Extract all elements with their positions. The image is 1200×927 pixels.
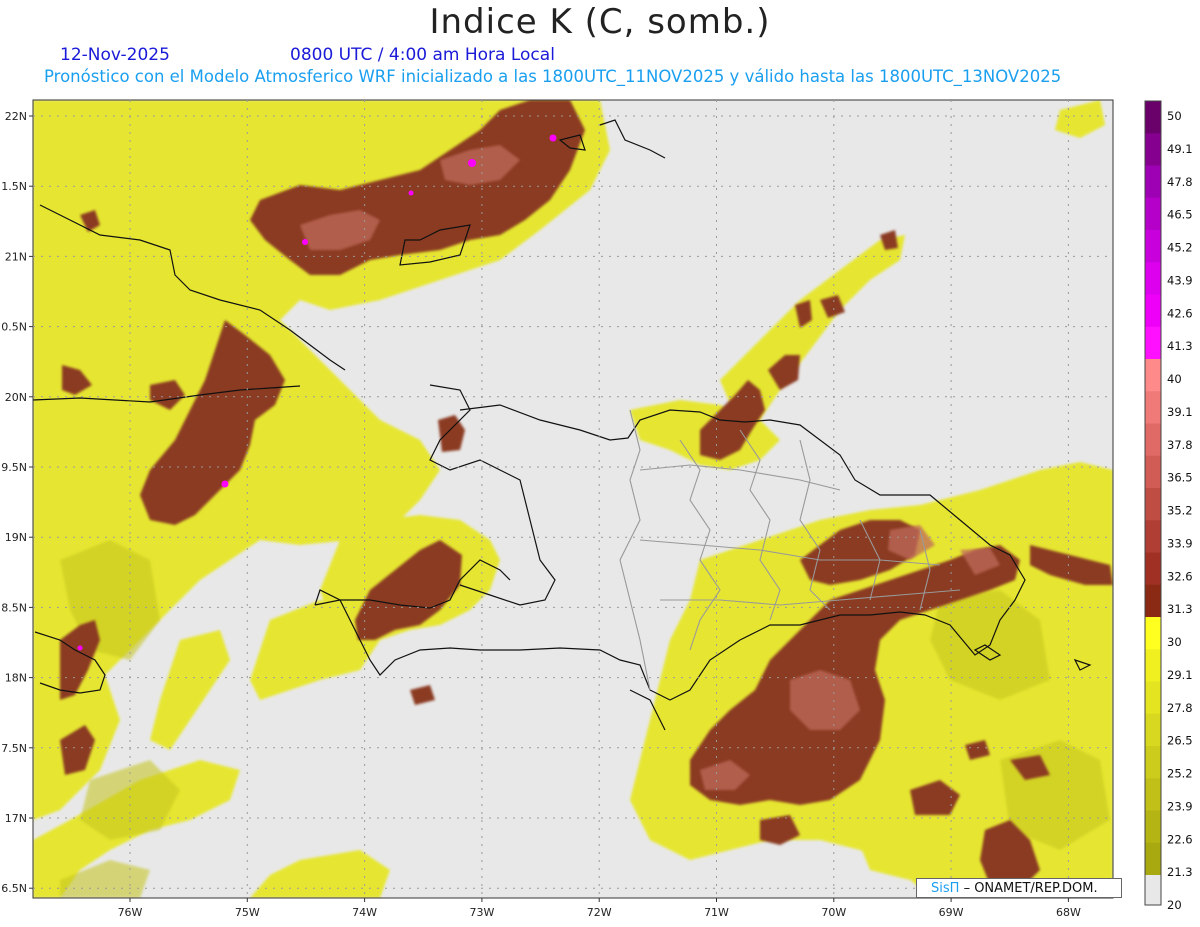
colorbar-band: [1145, 262, 1161, 295]
map-title: Indice K (C, somb.): [429, 2, 771, 42]
time-label: 0800 UTC / 4:00 am Hora Local: [290, 45, 555, 65]
colorbar-band: [1145, 230, 1161, 263]
colorbar-label: 20: [1167, 898, 1182, 912]
colorbar-band: [1145, 617, 1161, 650]
lon-label: 75W: [235, 906, 260, 919]
colorbar-label: 50: [1167, 109, 1182, 123]
colorbar-label: 29.1: [1167, 668, 1193, 682]
colorbar-band: [1145, 713, 1161, 747]
colorbar-band: [1145, 197, 1161, 231]
lon-label: 69W: [939, 906, 964, 919]
colorbar-band: [1145, 842, 1161, 876]
lon-label: 71W: [704, 906, 729, 919]
lon-label: 70W: [821, 906, 846, 919]
lon-label: 68W: [1056, 906, 1081, 919]
forecast-description: Pronóstico con el Modelo Atmosferico WRF…: [44, 67, 1062, 86]
lat-label: 7.5N: [1, 742, 27, 755]
colorbar-label: 25.2: [1167, 767, 1193, 781]
lat-label: 21N: [5, 250, 27, 263]
credit-org: – ONAMET/REP.DOM.: [963, 881, 1098, 896]
colorbar-band: [1145, 294, 1161, 328]
lat-label: 1.5N: [1, 180, 27, 193]
lat-label: 9.5N: [1, 461, 27, 474]
colorbar-label: 32.6: [1167, 569, 1193, 583]
colorbar-band: [1145, 875, 1161, 905]
colorbar-band: [1145, 455, 1161, 489]
colorbar-label: 21.3: [1167, 865, 1193, 879]
credit-box: SisΠ – ONAMET/REP.DOM.: [916, 878, 1122, 898]
colorbar-label: 39.1: [1167, 405, 1193, 419]
lat-label: 18N: [5, 672, 27, 685]
colorbar-band: [1145, 423, 1161, 457]
colorbar-label: 23.9: [1167, 799, 1193, 813]
colorbar-band: [1145, 810, 1161, 844]
colorbar-band: [1145, 326, 1161, 360]
colorbar-label: 27.8: [1167, 701, 1193, 715]
colorbar-label: 37.8: [1167, 438, 1193, 452]
latitude-labels: 22N 1.5N 21N 0.5N 20N 9.5N 19N 8.5N 18N 7.5N 17N 6.…: [1, 110, 27, 895]
colorbar-label: 40: [1167, 372, 1182, 386]
colorbar-band: [1145, 520, 1161, 553]
colorbar-label: 36.5: [1167, 471, 1193, 485]
colorbar: 50 49.1 47.8 46.5 45.2 43.9 42.6 41.3 40 39.1 37.8…: [1144, 100, 1193, 912]
lon-label: 76W: [118, 906, 143, 919]
colorbar-label: 46.5: [1167, 208, 1193, 222]
lon-label: 74W: [352, 906, 377, 919]
lon-label: 72W: [587, 906, 612, 919]
lat-label: 20N: [5, 391, 27, 404]
colorbar-label: 33.9: [1167, 536, 1193, 550]
colorbar-band: [1145, 584, 1161, 618]
lat-label: 19N: [5, 531, 27, 544]
date-label: 12-Nov-2025: [60, 45, 170, 65]
colorbar-label: 47.8: [1167, 175, 1193, 189]
colorbar-label: 42.6: [1167, 306, 1193, 320]
colorbar-label: 26.5: [1167, 734, 1193, 748]
lat-label: 22N: [5, 110, 27, 123]
longitude-labels: 76W 75W 74W 73W 72W 71W 70W 69W 68W: [118, 906, 1081, 919]
colorbar-band: [1145, 488, 1161, 521]
weather-map: 22N 1.5N 21N 0.5N 20N 9.5N 19N 8.5N 18N 7.5N 17N 6.…: [1, 99, 1193, 919]
lat-label: 6.5N: [1, 882, 27, 895]
colorbar-band: [1145, 101, 1161, 134]
colorbar-band: [1145, 133, 1161, 166]
colorbar-band: [1145, 681, 1161, 715]
colorbar-band: [1145, 778, 1161, 811]
colorbar-label: 45.2: [1167, 241, 1193, 255]
colorbar-label: 35.2: [1167, 504, 1193, 518]
colorbar-band: [1145, 165, 1161, 199]
colorbar-label: 22.6: [1167, 832, 1193, 846]
colorbar-label: 43.9: [1167, 273, 1193, 287]
colorbar-label: 41.3: [1167, 339, 1193, 353]
credit-brand: SisΠ: [931, 881, 960, 896]
lon-label: 73W: [469, 906, 494, 919]
colorbar-band: [1145, 359, 1161, 392]
colorbar-band: [1145, 649, 1161, 682]
colorbar-label: 30: [1167, 635, 1182, 649]
lat-label: 17N: [5, 812, 27, 825]
lat-label: 0.5N: [1, 321, 27, 334]
colorbar-band: [1145, 391, 1161, 424]
colorbar-band: [1145, 746, 1161, 779]
colorbar-label: 31.3: [1167, 602, 1193, 616]
colorbar-band: [1145, 552, 1161, 586]
colorbar-label: 49.1: [1167, 142, 1193, 156]
lat-label: 8.5N: [1, 601, 27, 614]
